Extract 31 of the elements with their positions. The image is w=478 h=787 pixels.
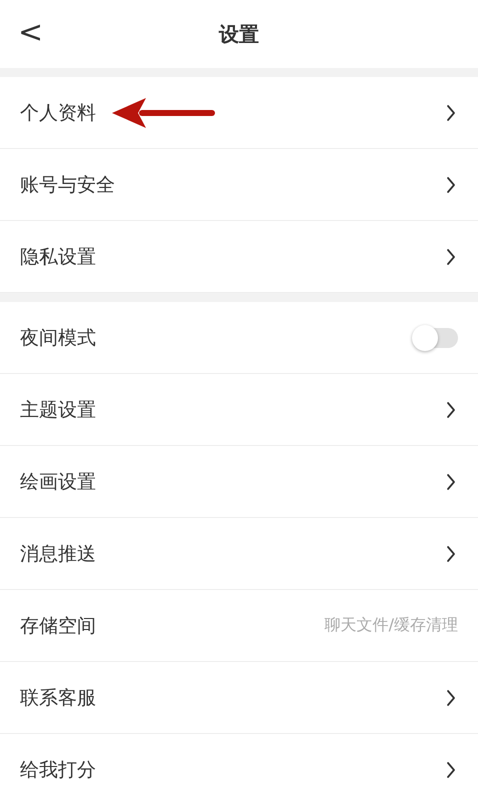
row-label: 绘画设置 — [20, 470, 96, 494]
settings-row[interactable]: 消息推送 — [0, 518, 478, 590]
chevron-icon — [446, 760, 456, 778]
row-label: 联系客服 — [20, 686, 96, 710]
settings-row[interactable]: 存储空间 聊天文件/缓存清理 — [0, 590, 478, 662]
row-label: 给我打分 — [20, 758, 96, 782]
settings-row[interactable]: 夜间模式 — [0, 302, 478, 374]
chevron-icon — [446, 248, 456, 266]
settings-row[interactable]: 绘画设置 — [0, 446, 478, 518]
chevron-icon — [446, 688, 456, 706]
row-label: 消息推送 — [20, 542, 96, 566]
chevron-icon — [446, 400, 456, 418]
page-title: 设置 — [219, 20, 259, 48]
chevron-icon — [446, 176, 456, 194]
back-button[interactable]: < — [12, 16, 50, 50]
settings-row[interactable]: 主题设置 — [0, 374, 478, 446]
chevron-icon — [446, 472, 456, 490]
row-label: 夜间模式 — [20, 326, 96, 350]
row-label: 隐私设置 — [20, 244, 96, 270]
chevron-icon — [446, 104, 456, 122]
settings-row[interactable]: 给我打分 — [0, 734, 478, 787]
row-label: 主题设置 — [20, 398, 96, 422]
settings-row[interactable]: 账号与安全 — [0, 149, 478, 221]
row-label: 存储空间 — [20, 614, 96, 638]
row-value: 聊天文件/缓存清理 — [324, 615, 458, 636]
settings-row[interactable]: 联系客服 — [0, 662, 478, 734]
chevron-icon — [446, 544, 456, 562]
row-label: 个人资料 — [20, 100, 96, 126]
toggle-switch[interactable] — [414, 328, 458, 348]
settings-row[interactable]: 个人资料 — [0, 77, 478, 149]
row-label: 账号与安全 — [20, 172, 115, 198]
